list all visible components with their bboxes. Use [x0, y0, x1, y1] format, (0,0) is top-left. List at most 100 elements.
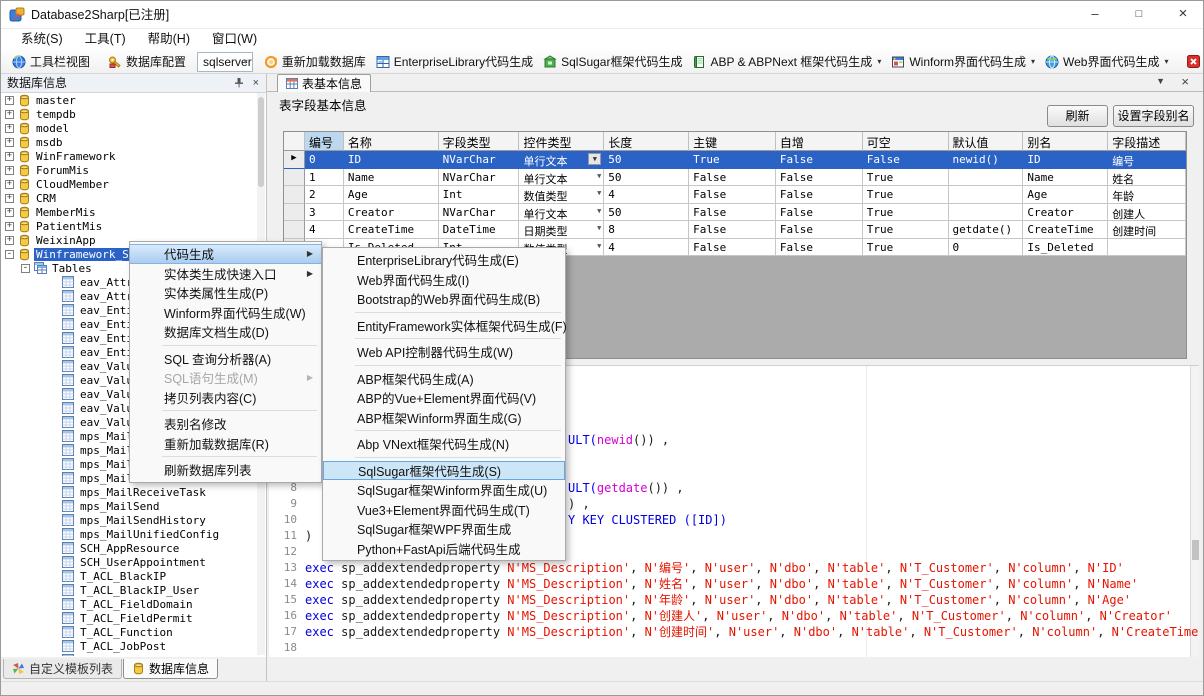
grid-row[interactable]: 3CreatorNVarChar单行文本▼50FalseFalseTrueCre… [284, 204, 1186, 222]
menu-item[interactable]: EnterpriseLibrary代码生成(E) [323, 250, 565, 270]
grid-cell[interactable]: True [863, 239, 949, 257]
sql-scrollbar-thumb[interactable] [1192, 540, 1199, 560]
grid-cell[interactable]: Is_Deleted [1023, 239, 1108, 257]
menu-item[interactable]: Web界面代码生成(I) [323, 270, 565, 290]
grid-cell[interactable]: False [776, 221, 863, 239]
tree-item[interactable]: +PatientMis [1, 219, 257, 233]
menu-item[interactable]: SqlSugar框架代码生成(S) [323, 461, 565, 481]
tree-scrollbar-thumb[interactable] [258, 97, 264, 187]
menu-item[interactable]: 表别名修改 [130, 414, 321, 434]
tree-item[interactable]: mps_MailUnifiedConfig [1, 527, 257, 541]
expand-icon[interactable]: + [5, 138, 14, 147]
expand-icon[interactable]: + [5, 110, 14, 119]
expand-icon[interactable]: + [5, 194, 14, 203]
menu-item[interactable]: Vue3+Element界面代码生成(T) [323, 500, 565, 520]
grid-row[interactable]: 4CreateTimeDateTime日期类型▼8FalseFalseTrueg… [284, 221, 1186, 239]
grid-cell[interactable]: False [689, 186, 776, 204]
grid-cell[interactable]: True [863, 204, 949, 222]
grid-cell[interactable]: False [689, 239, 776, 257]
menu-item[interactable]: SQL 查询分析器(A) [130, 349, 321, 369]
menu-item[interactable]: 实体类生成快速入口▶ [130, 264, 321, 284]
grid-column-header[interactable]: 字段描述 [1108, 132, 1186, 151]
grid-cell[interactable]: Name [1023, 169, 1108, 187]
menu-item[interactable]: 代码生成▶ [130, 244, 321, 264]
grid-cell[interactable]: CreateTime [344, 221, 439, 239]
grid-cell[interactable]: 日期类型▼ [519, 221, 604, 239]
tree-item[interactable]: T_ACL_FieldPermit [1, 611, 257, 625]
grid-cell[interactable]: 数值类型▼ [519, 186, 604, 204]
grid-cell[interactable]: getdate() [949, 221, 1024, 239]
menu-item[interactable]: SqlSugar框架WPF界面生成 [323, 519, 565, 539]
grid-cell[interactable]: 4 [604, 186, 689, 204]
maximize-button[interactable]: □ [1117, 1, 1161, 29]
grid-cell[interactable] [1108, 239, 1186, 257]
tree-item[interactable]: T_ACL_LoginLog [1, 653, 257, 656]
grid-cell[interactable]: True [863, 221, 949, 239]
set-field-alias-button[interactable]: 设置字段别名 [1113, 105, 1194, 127]
menu-bar-item[interactable]: 帮助(H) [138, 29, 200, 50]
menu-item[interactable]: EntityFramework实体框架代码生成(F) [323, 316, 565, 336]
grid-column-header[interactable]: 控件类型 [519, 132, 604, 151]
tree-item[interactable]: T_ACL_JobPost [1, 639, 257, 653]
tree-item[interactable]: mps_MailReceiveTask [1, 485, 257, 499]
expand-icon[interactable]: + [5, 152, 14, 161]
menu-bar-item[interactable]: 窗口(W) [202, 29, 267, 50]
collapse-icon[interactable]: - [5, 250, 14, 259]
tree-item[interactable]: mps_MailSendHistory [1, 513, 257, 527]
menu-item[interactable]: ABP框架代码生成(A) [323, 369, 565, 389]
grid-cell[interactable]: False [689, 204, 776, 222]
chevron-down-icon[interactable]: ▼ [1156, 76, 1165, 86]
menu-item[interactable]: Winform界面代码生成(W) [130, 303, 321, 323]
menu-item[interactable]: Bootstrap的Web界面代码生成(B) [323, 289, 565, 309]
grid-cell[interactable]: 8 [604, 221, 689, 239]
grid-cell[interactable]: False [776, 204, 863, 222]
tree-item[interactable]: T_ACL_Function [1, 625, 257, 639]
collapse-icon[interactable]: - [21, 264, 30, 273]
menu-item[interactable]: 拷贝列表内容(C) [130, 388, 321, 408]
grid-cell[interactable]: DateTime [439, 221, 520, 239]
grid-cell[interactable]: 0 [949, 239, 1024, 257]
grid-cell[interactable]: NVarChar [439, 169, 520, 187]
expand-icon[interactable]: + [5, 124, 14, 133]
grid-column-header[interactable]: 默认值 [949, 132, 1024, 151]
menu-item[interactable]: ABP的Vue+Element界面代码(V) [323, 388, 565, 408]
tree-item[interactable]: SCH_AppResource [1, 541, 257, 555]
expand-icon[interactable]: + [5, 166, 14, 175]
toolbar-button[interactable]: 数据库配置 [103, 51, 191, 73]
menu-bar-item[interactable]: 系统(S) [11, 29, 73, 50]
expand-icon[interactable]: + [5, 208, 14, 217]
toolbar-button[interactable]: Winform界面代码生成▾ [886, 51, 1040, 73]
expand-icon[interactable]: + [5, 236, 14, 245]
grid-cell[interactable]: False [863, 151, 949, 169]
menu-item[interactable]: 实体类属性生成(P) [130, 283, 321, 303]
pin-icon[interactable] [234, 77, 244, 88]
tree-item[interactable]: +CRM [1, 191, 257, 205]
grid-cell[interactable]: 1 [305, 169, 344, 187]
menu-item[interactable]: ABP框架Winform界面生成(G) [323, 408, 565, 428]
combo-dropdown-icon[interactable]: ▼ [597, 207, 601, 215]
combo-dropdown-icon[interactable]: ▼ [588, 153, 601, 165]
grid-cell[interactable]: 编号 [1108, 151, 1186, 169]
grid-cell[interactable] [949, 204, 1024, 222]
grid-cell[interactable]: CreateTime [1023, 221, 1108, 239]
menu-item[interactable]: Web API控制器代码生成(W) [323, 342, 565, 362]
tree-item[interactable]: +ForumMis [1, 163, 257, 177]
close-button[interactable]: × [1161, 1, 1204, 29]
grid-row[interactable]: 2AgeInt数值类型▼4FalseFalseTrueAge年龄 [284, 186, 1186, 204]
menu-item[interactable]: Abp VNext框架代码生成(N) [323, 434, 565, 454]
grid-cell[interactable]: 创建时间 [1108, 221, 1186, 239]
toolbar-button[interactable]: 重新加载数据库 [259, 51, 371, 73]
tree-item[interactable]: +CloudMember [1, 177, 257, 191]
combo-dropdown-icon[interactable]: ▼ [597, 172, 601, 180]
grid-cell[interactable]: Int [439, 186, 520, 204]
tree-item[interactable]: +master [1, 93, 257, 107]
grid-column-header[interactable]: 编号 [305, 132, 344, 151]
grid-cell[interactable]: False [689, 169, 776, 187]
grid-cell[interactable]: True [863, 169, 949, 187]
grid-cell[interactable]: 4 [604, 239, 689, 257]
toolbar-button[interactable]: EnterpriseLibrary代码生成 [371, 51, 538, 73]
grid-column-header[interactable]: 自增 [776, 132, 863, 151]
grid-row[interactable]: 1NameNVarChar单行文本▼50FalseFalseTrueName姓名 [284, 169, 1186, 187]
grid-cell[interactable]: newid() [949, 151, 1024, 169]
toolbar-button[interactable]: Web界面代码生成▾ [1040, 51, 1173, 73]
